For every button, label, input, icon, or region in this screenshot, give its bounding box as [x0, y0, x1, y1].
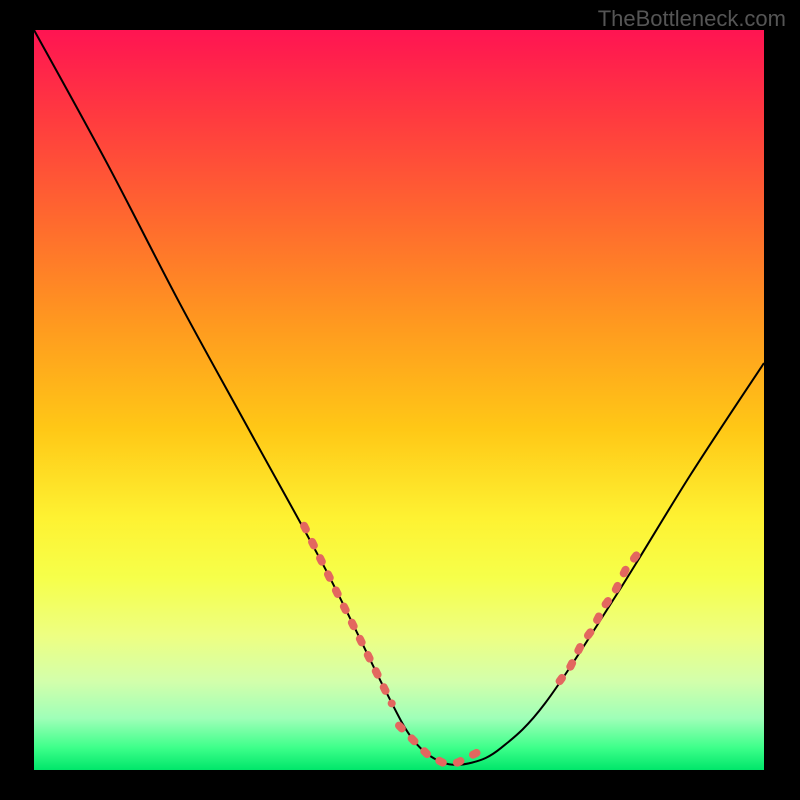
watermark-text: TheBottleneck.com [598, 6, 786, 32]
highlight-dots-bottom [399, 726, 487, 763]
highlight-dots-right [560, 555, 637, 681]
bottleneck-curve [34, 30, 764, 765]
chart-overlay [34, 30, 764, 770]
